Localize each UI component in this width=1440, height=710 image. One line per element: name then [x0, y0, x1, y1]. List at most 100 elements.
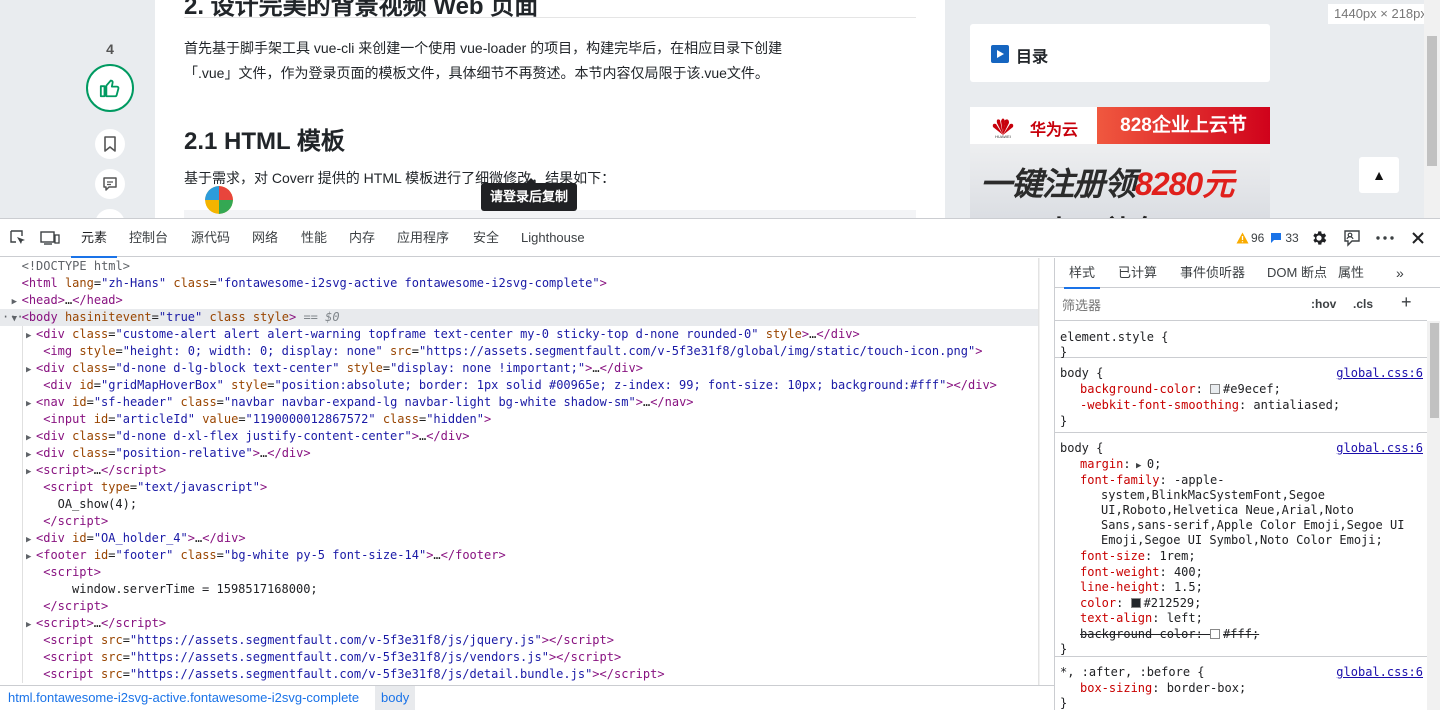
elements-scrollbar[interactable]	[1038, 258, 1040, 685]
styles-sidebar: 样式 已计算 事件侦听器 DOM 断点 属性 » :hov .cls + ele…	[1054, 258, 1440, 710]
dom-tree-line[interactable]: ▶ <div class="position-relative">…</div>	[0, 445, 1038, 462]
styles-scrollbar[interactable]	[1427, 321, 1440, 710]
paragraph-line: 首先基于脚手架工具 vue-cli 来创建一个使用 vue-loader 的项目…	[184, 40, 783, 56]
new-rule-plus-icon[interactable]: +	[1401, 292, 1412, 313]
back-to-top-button[interactable]: ▲	[1359, 157, 1399, 193]
tab-event-listeners[interactable]: 事件侦听器	[1180, 258, 1245, 288]
article-action-rail: 4	[0, 0, 155, 218]
toc-card[interactable]: 目录	[970, 24, 1270, 82]
dom-tree-line[interactable]: ▶ <nav id="sf-header" class="navbar navba…	[0, 394, 1038, 411]
tab-performance[interactable]: 性能	[301, 219, 327, 257]
selected-dom-node[interactable]: ··· ▼ <body hasinitevent="true" class styl…	[0, 309, 1038, 326]
style-declaration[interactable]: font-size: 1rem;	[1080, 549, 1196, 564]
dom-tree-line[interactable]: <input id="articleId" value="11900000128…	[0, 411, 1038, 428]
tab-memory[interactable]: 内存	[349, 219, 375, 257]
elements-tree[interactable]: <!DOCTYPE html> <html lang="zh-Hans" clas…	[0, 258, 1040, 685]
style-value-continuation: system,BlinkMacSystemFont,Segoe	[1101, 488, 1325, 502]
device-toolbar-icon[interactable]	[40, 228, 60, 248]
color-swatch[interactable]	[1130, 598, 1141, 608]
dom-tree-line[interactable]: </script>	[0, 598, 1038, 615]
dom-tree-line[interactable]: <script src="https://assets.segmentfault…	[0, 666, 1038, 683]
style-declaration[interactable]: font-weight: 400;	[1080, 565, 1203, 580]
style-declaration[interactable]: text-align: left;	[1080, 611, 1203, 626]
dom-tree-line[interactable]: ▶ <script>…</script>	[0, 615, 1038, 632]
issues-counter[interactable]: 96 33	[1236, 219, 1299, 257]
style-declaration[interactable]: margin: ▶ 0;	[1080, 457, 1161, 472]
inspect-element-icon[interactable]	[8, 228, 28, 248]
rule-close: }	[1060, 414, 1068, 428]
devtools-panel: 元素 控制台 源代码 网络 性能 内存 应用程序 安全 Lighthouse 9…	[0, 218, 1440, 710]
close-icon[interactable]	[1408, 228, 1428, 248]
dom-tree-line[interactable]: <script src="https://assets.segmentfault…	[0, 649, 1038, 666]
dom-tree-line[interactable]: <script type="text/javascript">	[0, 479, 1038, 496]
web-page-viewport: 4 2. 设计完美的背景视频 Web 页面 首先基于脚手架工具 vue-cli …	[0, 0, 1440, 218]
dom-tree-line[interactable]: <div id="gridMapHoverBox" style="positio…	[0, 377, 1038, 394]
floating-avatar[interactable]	[205, 186, 233, 214]
tab-elements[interactable]: 元素	[70, 219, 118, 258]
tab-computed[interactable]: 已计算	[1118, 258, 1157, 288]
style-declaration[interactable]: color: #212529;	[1080, 596, 1201, 611]
dom-tree-line[interactable]: ▶ <script>…</script>	[0, 462, 1038, 479]
style-declaration[interactable]: line-height: 1.5;	[1080, 580, 1203, 595]
styles-filter-input[interactable]	[1059, 293, 1299, 317]
message-icon	[1271, 233, 1282, 243]
tab-properties[interactable]: 属性	[1338, 258, 1364, 288]
dom-tree-line[interactable]: <script>	[0, 564, 1038, 581]
settings-gear-icon[interactable]	[1309, 228, 1329, 248]
dom-tree-line[interactable]: ▶ <footer id="footer" class="bg-white py-…	[0, 547, 1038, 564]
tab-lighthouse[interactable]: Lighthouse	[521, 219, 585, 257]
styles-filter-row: :hov .cls +	[1055, 289, 1427, 321]
more-tabs-chevron-icon[interactable]: »	[1396, 258, 1404, 288]
rule-source-link[interactable]: global.css:6	[1336, 441, 1423, 455]
dom-tree-line[interactable]: window.serverTime = 1598517168000;	[0, 581, 1038, 598]
more-options-icon[interactable]	[1375, 228, 1395, 248]
dom-tree-line[interactable]: ▶ <head>…</head>	[0, 292, 1038, 309]
dom-tree-line[interactable]: <script src="https://assets.segmentfault…	[0, 632, 1038, 649]
style-declaration[interactable]: font-family: -apple-	[1080, 473, 1225, 488]
style-declaration[interactable]: -webkit-font-smoothing: antialiased;	[1080, 398, 1340, 413]
breadcrumb-body[interactable]: body	[375, 686, 416, 710]
styles-scrollbar-thumb[interactable]	[1430, 323, 1439, 418]
share-button[interactable]	[95, 209, 125, 218]
breadcrumb-html[interactable]: html.fontawesome-i2svg-active.fontawesom…	[2, 686, 365, 710]
like-button[interactable]	[86, 64, 134, 112]
styles-tabbar: 样式 已计算 事件侦听器 DOM 断点 属性 »	[1055, 258, 1440, 289]
dom-tree-line[interactable]: <html lang="zh-Hans" class="fontawesome-…	[0, 275, 1038, 292]
tab-security[interactable]: 安全	[473, 219, 499, 257]
tab-sources[interactable]: 源代码	[191, 219, 230, 257]
bookmark-button[interactable]	[95, 129, 125, 159]
page-scrollbar[interactable]	[1424, 0, 1440, 218]
style-rule-body-2[interactable]: body { global.css:6 margin: ▶ 0; font-fa…	[1055, 433, 1427, 657]
comment-button[interactable]	[95, 169, 125, 199]
dom-tree-line[interactable]: OA_show(4);	[0, 496, 1038, 513]
style-declaration[interactable]: background-color: #e9ecef;	[1080, 382, 1281, 397]
dom-tree-line[interactable]: </script>	[0, 513, 1038, 530]
code-block[interactable]	[184, 210, 916, 218]
tab-console[interactable]: 控制台	[129, 219, 168, 257]
style-declaration[interactable]: box-sizing: border-box;	[1080, 681, 1246, 696]
dom-tree-line[interactable]: ▶ <div class="d-none d-xl-flex justify-co…	[0, 428, 1038, 445]
element-style-rule[interactable]: element.style { }	[1055, 321, 1427, 359]
tab-styles[interactable]: 样式	[1063, 258, 1101, 289]
dom-tree-line[interactable]: ▶ <div class="d-none d-lg-block text-cent…	[0, 360, 1038, 377]
class-toggle[interactable]: .cls	[1353, 297, 1373, 311]
rule-source-link[interactable]: global.css:6	[1336, 665, 1423, 679]
hover-state-toggle[interactable]: :hov	[1311, 297, 1336, 311]
tab-application[interactable]: 应用程序	[397, 219, 449, 257]
style-rule-universal[interactable]: *, :after, :before { global.css:6 box-si…	[1055, 657, 1427, 710]
advertisement-banner[interactable]: HUAWEI 华为云 828企业上云节 一键注册领8280元 上云礼包	[970, 107, 1270, 218]
color-swatch[interactable]	[1210, 384, 1221, 394]
page-scrollbar-thumb[interactable]	[1427, 36, 1437, 166]
dom-tree-line[interactable]: ▶ <div class="custome-alert alert alert-w…	[0, 326, 1038, 343]
dom-tree-line[interactable]: <img style="height: 0; width: 0; display…	[0, 343, 1038, 360]
rule-source-link[interactable]: global.css:6	[1336, 366, 1423, 380]
tab-dom-breakpoints[interactable]: DOM 断点	[1267, 258, 1327, 288]
devtools-tabbar: 元素 控制台 源代码 网络 性能 内存 应用程序 安全 Lighthouse 9…	[0, 219, 1440, 258]
dom-tree-line[interactable]: <!DOCTYPE html>	[0, 258, 1038, 275]
style-rule-body-1[interactable]: body { global.css:6 background-color: #e…	[1055, 358, 1427, 433]
overridden-declaration[interactable]: background-color: #fff;	[1080, 627, 1259, 642]
tab-network[interactable]: 网络	[252, 219, 278, 257]
dom-tree-line[interactable]: ▶ <div id="OA_holder_4">…</div>	[0, 530, 1038, 547]
feedback-icon[interactable]	[1342, 228, 1362, 248]
color-swatch[interactable]	[1210, 629, 1221, 639]
